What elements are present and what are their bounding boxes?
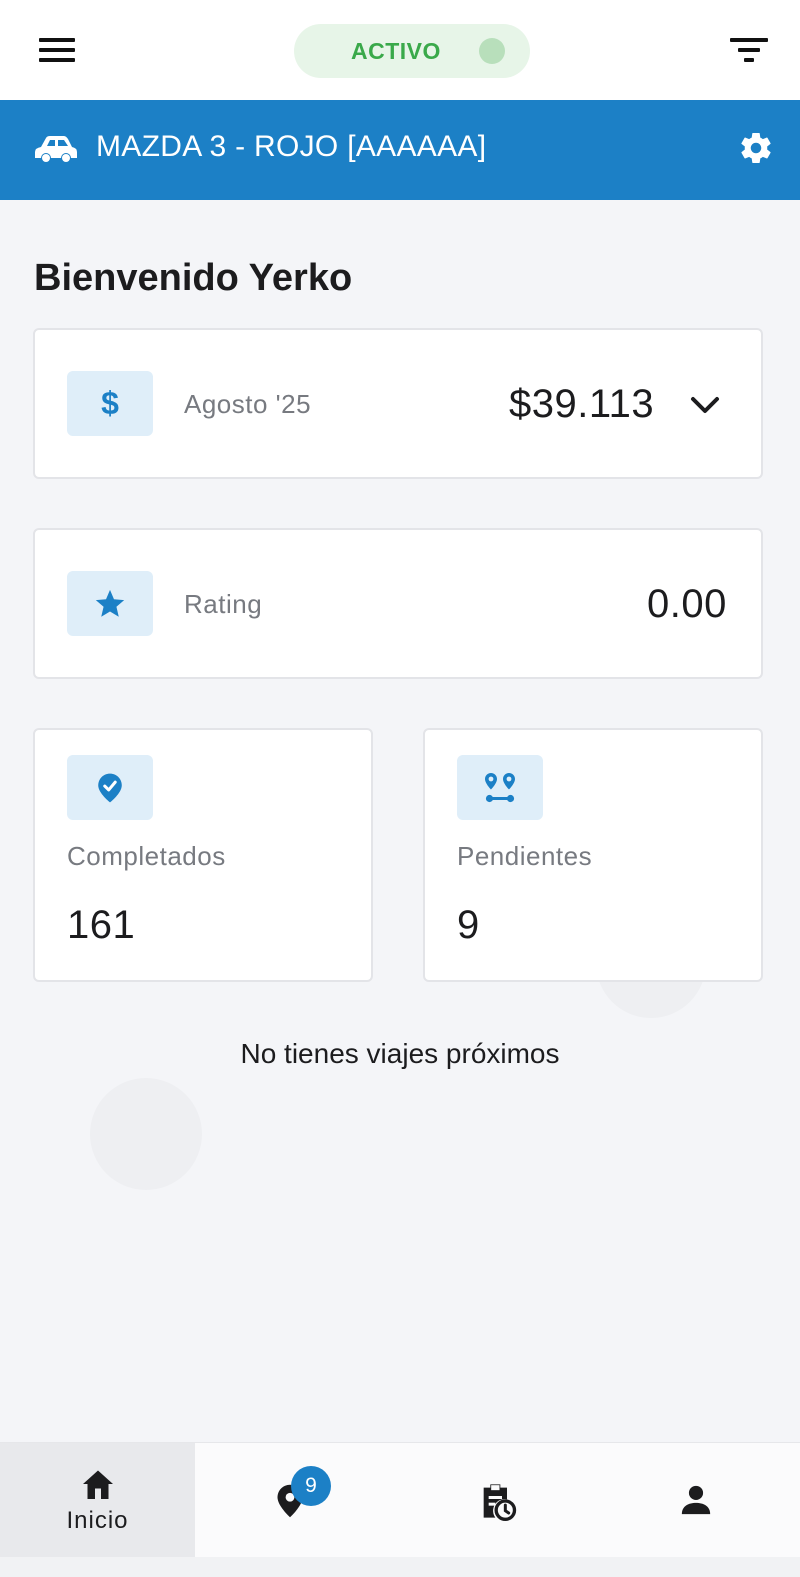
pending-card[interactable]: Pendientes 9 xyxy=(423,728,763,982)
earnings-period: Agosto '25 xyxy=(184,389,312,419)
toggle-knob xyxy=(479,38,505,64)
completed-value: 161 xyxy=(67,903,136,947)
app-root: ACTIVO MAZDA 3 - ROJO [AAAAAA] Bienvenid… xyxy=(0,0,800,1577)
trips-badge: 9 xyxy=(291,1466,331,1506)
pending-icon-tile xyxy=(457,755,543,820)
verified-pin-icon xyxy=(98,773,122,802)
earnings-icon-tile: $ xyxy=(67,371,153,436)
menu-button[interactable] xyxy=(36,34,78,66)
chevron-down-icon[interactable] xyxy=(688,393,722,417)
car-icon xyxy=(35,136,77,162)
vehicle-label: MAZDA 3 - ROJO [AAAAAA] xyxy=(96,130,487,163)
nav-home-label: Inicio xyxy=(66,1507,129,1534)
empty-trips-message: No tienes viajes próximos xyxy=(240,1038,560,1069)
top-app-bar: ACTIVO xyxy=(0,0,800,100)
status-label: ACTIVO xyxy=(351,38,441,64)
status-toggle[interactable]: ACTIVO xyxy=(294,24,530,78)
route-icon xyxy=(485,772,515,802)
filter-icon-line xyxy=(744,58,754,62)
nav-item-schedule[interactable] xyxy=(395,1443,595,1558)
nav-item-trips[interactable] xyxy=(195,1443,395,1558)
filter-icon xyxy=(730,38,768,42)
completed-label: Completados xyxy=(67,841,226,871)
person-icon xyxy=(681,1485,711,1515)
background-decoration xyxy=(90,1078,202,1190)
rating-icon-tile xyxy=(67,571,153,636)
hamburger-icon-line xyxy=(39,58,75,62)
nav-item-home[interactable]: Inicio xyxy=(0,1443,195,1558)
hamburger-icon xyxy=(39,38,75,42)
filter-icon-line xyxy=(738,48,760,52)
pending-label: Pendientes xyxy=(457,841,593,871)
earnings-amount: $39.113 xyxy=(509,382,655,426)
filter-button[interactable] xyxy=(730,34,772,66)
completed-icon-tile xyxy=(67,755,153,820)
earnings-card[interactable]: $ Agosto '25 $39.113 xyxy=(33,328,763,479)
rating-label: Rating xyxy=(184,589,263,619)
rating-card: Rating 0.00 xyxy=(33,528,763,679)
gear-icon[interactable] xyxy=(738,130,774,166)
completed-card[interactable]: Completados 161 xyxy=(33,728,373,982)
hamburger-icon-line xyxy=(39,48,75,52)
nav-item-profile[interactable] xyxy=(595,1443,800,1558)
clipboard-clock-icon xyxy=(483,1484,517,1521)
home-icon xyxy=(83,1470,113,1499)
rating-value: 0.00 xyxy=(647,582,727,626)
dollar-icon: $ xyxy=(101,385,119,421)
pending-value: 9 xyxy=(457,903,480,947)
star-icon xyxy=(95,589,125,617)
system-nav-strip xyxy=(0,1557,800,1577)
welcome-title: Bienvenido Yerko xyxy=(34,257,353,299)
